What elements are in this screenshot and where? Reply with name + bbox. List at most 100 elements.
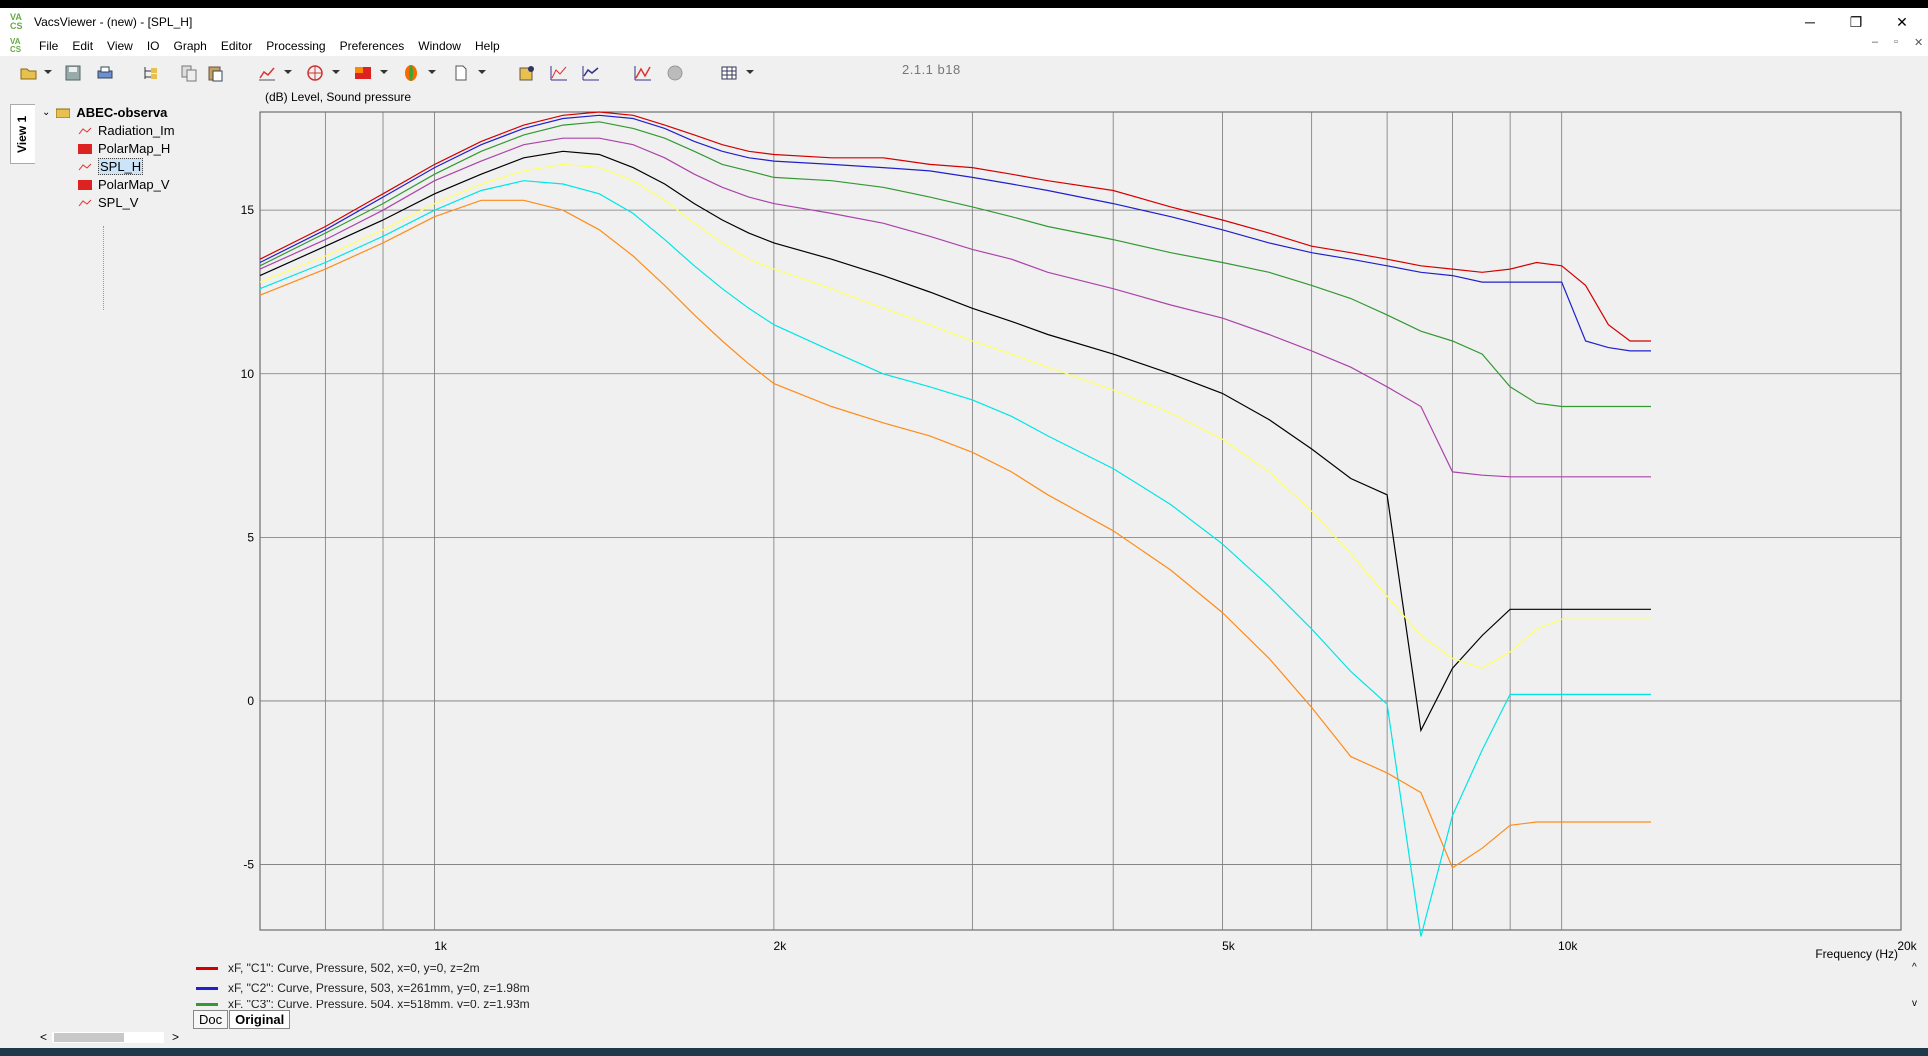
grid-dropdown-icon[interactable] bbox=[746, 70, 754, 74]
version-label: 2.1.1 b18 bbox=[902, 62, 961, 77]
restore-button[interactable]: ❐ bbox=[1833, 8, 1879, 36]
tree-item-label: Radiation_Im bbox=[98, 123, 175, 138]
legend-label: xF, "C2": Curve, Pressure, 503, x=261mm,… bbox=[228, 981, 530, 995]
legend-swatch bbox=[196, 966, 218, 970]
tree-connector bbox=[103, 226, 104, 310]
minimize-button[interactable]: ─ bbox=[1787, 8, 1833, 36]
paste-icon[interactable] bbox=[206, 64, 224, 82]
legend-item[interactable]: xF, "C2": Curve, Pressure, 503, x=261mm,… bbox=[196, 980, 530, 996]
chevron-down-icon[interactable]: ⌄ bbox=[42, 107, 50, 118]
tree-item-label: SPL_H bbox=[98, 158, 144, 175]
window-icon[interactable] bbox=[550, 64, 568, 82]
grid-icon[interactable] bbox=[720, 64, 738, 82]
grid bbox=[259, 111, 1902, 931]
fft-icon[interactable] bbox=[582, 64, 600, 82]
legend-scroll-down-icon[interactable]: v bbox=[1912, 998, 1917, 1009]
graph-icon bbox=[78, 199, 92, 206]
x-tick-label: 10k bbox=[1558, 939, 1578, 953]
close-button[interactable]: ✕ bbox=[1879, 8, 1925, 36]
tree-item-spl-h[interactable]: SPL_H bbox=[78, 158, 144, 175]
scroll-left-icon[interactable]: < bbox=[40, 1030, 47, 1044]
title-bar: VA CS VacsViewer - (new) - [SPL_H] ─ ❐ ✕ bbox=[0, 8, 1928, 36]
tab-view-1[interactable]: View 1 bbox=[10, 104, 35, 164]
tree-root[interactable]: ⌄ ABEC-observa bbox=[42, 104, 167, 121]
spl-chart[interactable]: (dB) Level, Sound pressure Frequency (Hz… bbox=[230, 86, 1928, 966]
menu-help[interactable]: Help bbox=[468, 39, 507, 53]
tree-item-label: PolarMap_V bbox=[98, 177, 170, 192]
x-tick-label: 20k bbox=[1897, 939, 1917, 953]
menu-file[interactable]: File bbox=[32, 39, 65, 53]
print-icon[interactable] bbox=[96, 64, 114, 82]
menu-io[interactable]: IO bbox=[140, 39, 167, 53]
colormap-icon bbox=[78, 143, 92, 154]
window-title: VacsViewer - (new) - [SPL_H] bbox=[34, 15, 193, 29]
tree-icon[interactable] bbox=[142, 64, 160, 82]
legend-item[interactable]: xF, "C3": Curve, Pressure, 504, x=518mm,… bbox=[196, 1000, 530, 1008]
polar-dropdown-icon[interactable] bbox=[332, 70, 340, 74]
tree-item-label: PolarMap_H bbox=[98, 141, 171, 156]
folder-icon bbox=[56, 108, 71, 118]
script-icon[interactable] bbox=[518, 64, 536, 82]
colormap-dropdown-icon[interactable] bbox=[380, 70, 388, 74]
x-tick-label: 5k bbox=[1222, 939, 1236, 953]
tab-original[interactable]: Original bbox=[229, 1010, 291, 1029]
open-icon[interactable] bbox=[20, 64, 38, 82]
legend-item[interactable]: xF, "C1": Curve, Pressure, 502, x=0, y=0… bbox=[196, 960, 480, 976]
tree-item-polarmap-h[interactable]: PolarMap_H bbox=[78, 140, 170, 157]
copy-icon[interactable] bbox=[180, 64, 198, 82]
stop-icon[interactable] bbox=[666, 64, 684, 82]
menu-window[interactable]: Window bbox=[411, 39, 468, 53]
menu-graph[interactable]: Graph bbox=[167, 39, 214, 53]
tree-item-label: SPL_V bbox=[98, 195, 139, 210]
menu-preferences[interactable]: Preferences bbox=[333, 39, 412, 53]
mdi-close-button[interactable]: ✕ bbox=[1914, 36, 1923, 49]
balloon-icon[interactable] bbox=[402, 64, 420, 82]
balloon-dropdown-icon[interactable] bbox=[428, 70, 436, 74]
menu-processing[interactable]: Processing bbox=[259, 39, 332, 53]
scroll-thumb[interactable] bbox=[54, 1033, 124, 1042]
page-dropdown-icon[interactable] bbox=[478, 70, 486, 74]
legend-scroll-up-icon[interactable]: ^ bbox=[1912, 962, 1917, 973]
y-axis-label: (dB) Level, Sound pressure bbox=[265, 90, 411, 104]
tree-item-polarmap-v[interactable]: PolarMap_V bbox=[78, 176, 170, 193]
colormap-icon[interactable] bbox=[354, 64, 372, 82]
menu-view[interactable]: View bbox=[100, 39, 140, 53]
app-icon: VA CS bbox=[10, 12, 23, 31]
graph-icon bbox=[78, 163, 92, 170]
mdi-app-icon[interactable]: VA CS bbox=[10, 38, 28, 54]
scroll-right-icon[interactable]: > bbox=[172, 1030, 179, 1044]
page-icon[interactable] bbox=[452, 64, 470, 82]
menu-bar: VA CS File Edit View IO Graph Editor Pro… bbox=[0, 36, 1928, 56]
legend-label: xF, "C3": Curve, Pressure, 504, x=518mm,… bbox=[228, 1000, 530, 1008]
mdi-restore-button[interactable]: ▫ bbox=[1894, 36, 1898, 48]
y-tick-label: 5 bbox=[247, 530, 254, 544]
line-graph-dropdown-icon[interactable] bbox=[284, 70, 292, 74]
toolbar bbox=[0, 56, 1928, 90]
x-tick-label: 2k bbox=[774, 939, 788, 953]
horizontal-scrollbar[interactable]: < > bbox=[36, 1030, 186, 1046]
polar-icon[interactable] bbox=[306, 64, 324, 82]
save-icon[interactable] bbox=[64, 64, 82, 82]
x-axis-label: Frequency (Hz) bbox=[1815, 947, 1898, 961]
tab-doc[interactable]: Doc bbox=[193, 1010, 229, 1029]
y-tick-label: 15 bbox=[241, 203, 255, 217]
line-graph-icon[interactable] bbox=[258, 64, 276, 82]
menu-editor[interactable]: Editor bbox=[214, 39, 259, 53]
view-tab-label: View 1 bbox=[15, 115, 29, 153]
menu-edit[interactable]: Edit bbox=[65, 39, 100, 53]
bottom-tabs: Doc Original bbox=[193, 1010, 291, 1029]
mdi-minimize-button[interactable]: – bbox=[1872, 36, 1878, 48]
open-dropdown-icon[interactable] bbox=[44, 70, 52, 74]
chart-icon[interactable] bbox=[634, 64, 652, 82]
tree-item-radiation-im[interactable]: Radiation_Im bbox=[78, 122, 175, 139]
tree-item-spl-v[interactable]: SPL_V bbox=[78, 194, 138, 211]
x-tick-label: 1k bbox=[434, 939, 448, 953]
y-tick-label: 10 bbox=[241, 367, 255, 381]
y-tick-label: 0 bbox=[247, 694, 254, 708]
colormap-icon bbox=[78, 179, 92, 190]
plot-area bbox=[259, 111, 1902, 931]
tree-root-label: ABEC-observa bbox=[76, 105, 168, 120]
legend-swatch bbox=[196, 986, 218, 990]
legend-label: xF, "C1": Curve, Pressure, 502, x=0, y=0… bbox=[228, 961, 480, 975]
screen-top-edge bbox=[0, 0, 1928, 8]
